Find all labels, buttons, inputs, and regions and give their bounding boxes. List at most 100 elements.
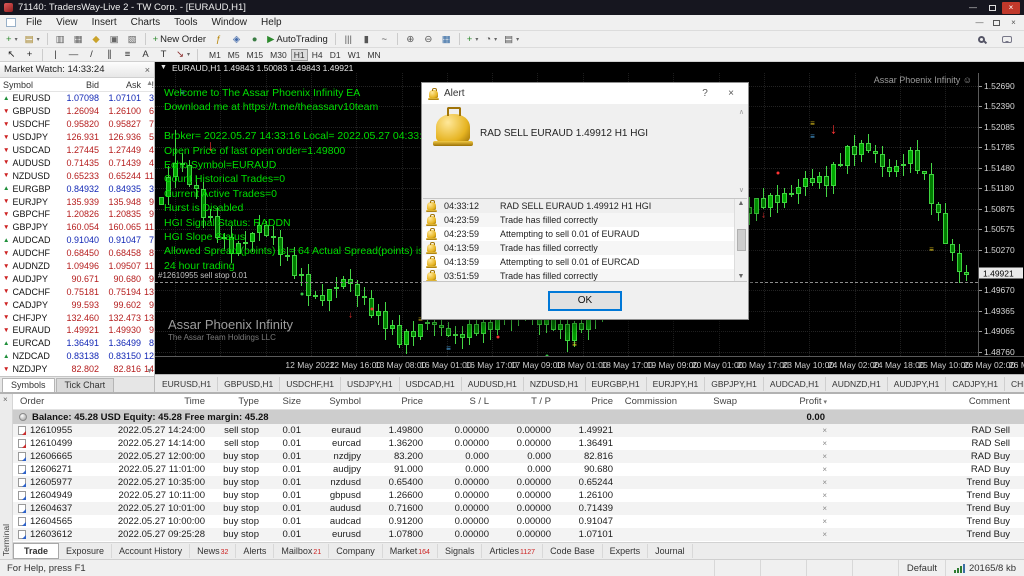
delete-order-button[interactable]: × — [743, 465, 833, 474]
scrollbar-thumb[interactable] — [737, 229, 746, 251]
cursor-button[interactable]: ↖ — [3, 48, 20, 62]
chart-tab-gbpjpyh1[interactable]: GBPJPY,H1 — [705, 377, 764, 391]
market-watch-row-usdcad[interactable]: ▼USDCAD1.274451.274494 — [0, 144, 154, 157]
chart-tab-audcadh1[interactable]: AUDCAD,H1 — [764, 377, 826, 391]
chart-tab-nzdusdh1[interactable]: NZDUSD,H1 — [524, 377, 586, 391]
chart-tab-cadjpyh1[interactable]: CADJPY,H1 — [946, 377, 1005, 391]
indicators-button[interactable]: ƒ — [210, 32, 227, 46]
chart-tab-audnzdh1[interactable]: AUDNZD,H1 — [826, 377, 888, 391]
order-row-12605977[interactable]: 126059772022.05.27 10:35:00buy stop0.01n… — [13, 476, 1024, 489]
delete-order-button[interactable]: × — [743, 530, 833, 539]
market-watch-row-usdjpy[interactable]: ▼USDJPY126.931126.9365 — [0, 131, 154, 144]
order-row-12610499[interactable]: 126104992022.05.27 14:14:00sell stop0.01… — [13, 437, 1024, 450]
chart-tab-eurjpyh1[interactable]: EURJPY,H1 — [647, 377, 706, 391]
search-button[interactable] — [973, 32, 990, 46]
market-watch-row-audusd[interactable]: ▼AUDUSD0.714350.714394 — [0, 156, 154, 169]
orders-column-order[interactable]: Order — [13, 396, 89, 407]
text-label-button[interactable]: T — [155, 48, 172, 62]
scrollbar-up-icon[interactable]: ▲ — [738, 200, 745, 207]
market-watch-row-eurcad[interactable]: ▲EURCAD1.364911.364998 — [0, 337, 154, 350]
terminal-tab-market[interactable]: Market164 — [383, 544, 438, 558]
delete-order-button[interactable]: × — [743, 491, 833, 500]
market-watch-close-button[interactable]: × — [145, 65, 150, 75]
terminal-tab-experts[interactable]: Experts — [603, 544, 649, 558]
order-row-12606665[interactable]: 126066652022.05.27 12:00:00buy stop0.01n… — [13, 450, 1024, 463]
menu-item-charts[interactable]: Charts — [124, 15, 167, 30]
terminal-tab-account-history[interactable]: Account History — [112, 544, 190, 558]
templates-menu-button[interactable]: ▤▾ — [501, 32, 522, 46]
menu-item-view[interactable]: View — [49, 15, 85, 30]
autotrading-button[interactable]: ▶AutoTrading — [264, 32, 331, 46]
alert-scroll-down-icon[interactable]: ∨ — [739, 186, 744, 194]
chart-tab-audjpyh1[interactable]: AUDJPY,H1 — [888, 377, 947, 391]
menu-item-file[interactable]: File — [19, 15, 49, 30]
order-row-12606271[interactable]: 126062712022.05.27 11:01:00buy stop0.01a… — [13, 463, 1024, 476]
alert-dialog-titlebar[interactable]: Alert ? × — [422, 83, 748, 104]
market-watch-row-cadjpy[interactable]: ▼CADJPY99.59399.6029 — [0, 298, 154, 311]
chart-tab-usdcadh1[interactable]: USDCAD,H1 — [400, 377, 462, 391]
market-watch-row-gbpchf[interactable]: ▼GBPCHF1.208261.208359 — [0, 208, 154, 221]
scrollbar-down-icon[interactable]: ▼ — [738, 273, 745, 280]
crosshair-button[interactable]: + — [21, 48, 38, 62]
orders-column-comment[interactable]: Comment — [833, 396, 1024, 407]
chart-tab-usdjpyh1[interactable]: USDJPY,H1 — [341, 377, 400, 391]
market-watch-toggle-button[interactable]: ▣ — [106, 32, 123, 46]
line-chart-button[interactable]: ~ — [376, 32, 393, 46]
alert-event-row[interactable]: 04:13:59Attempting to sell 0.01 of EURCA… — [423, 255, 747, 269]
orders-column-tp[interactable]: T / P — [495, 396, 557, 407]
alert-event-row[interactable]: 04:23:59Attempting to sell 0.01 of EURAU… — [423, 227, 747, 241]
market-watch-row-usdchf[interactable]: ▼USDCHF0.958200.958277 — [0, 118, 154, 131]
price-axis[interactable]: 1.526901.523901.520851.517851.514801.511… — [978, 73, 1024, 356]
timeframe-m30-button[interactable]: M30 — [267, 49, 290, 61]
market-watch-row-euraud[interactable]: ▼EURAUD1.499211.499309 — [0, 324, 154, 337]
tile-windows-button[interactable]: ▦ — [438, 32, 455, 46]
market-watch-row-gbpjpy[interactable]: ▼GBPJPY160.054160.06511 — [0, 221, 154, 234]
horizontal-line-button[interactable]: — — [65, 48, 82, 62]
minimize-button[interactable]: — — [964, 2, 982, 14]
alert-close-button[interactable]: × — [721, 83, 741, 104]
orders-column-type[interactable]: Type — [211, 396, 265, 407]
market-watch-row-cadchf[interactable]: ▼CADCHF0.751810.7519413 — [0, 285, 154, 298]
chart-tab-chfjpyh1[interactable]: CHFJPY,H1 — [1005, 377, 1024, 391]
column-ask[interactable]: Ask — [99, 80, 141, 90]
menu-item-help[interactable]: Help — [254, 15, 289, 30]
chart-collapse-icon[interactable]: ▼ — [160, 64, 167, 71]
new-order-button[interactable]: +New Order — [150, 32, 210, 46]
alert-event-row[interactable]: 04:23:59Trade has filled correctly — [423, 213, 747, 227]
market-watch-row-audnzd[interactable]: ▼AUDNZD1.094961.0950711 — [0, 260, 154, 273]
market-watch-tab-symbols[interactable]: Symbols — [2, 378, 55, 392]
orders-column-size[interactable]: Size — [265, 396, 307, 407]
market-watch-row-eurjpy[interactable]: ▼EURJPY135.939135.9489 — [0, 195, 154, 208]
orders-column-commission[interactable]: Commission — [619, 396, 683, 407]
market-watch-tab-tick-chart[interactable]: Tick Chart — [56, 378, 115, 392]
column-symbol[interactable]: Symbol — [3, 80, 58, 90]
terminal-tab-journal[interactable]: Journal — [648, 544, 693, 558]
terminal-tab-mailbox[interactable]: Mailbox21 — [274, 544, 329, 558]
order-row-12604949[interactable]: 126049492022.05.27 10:11:00buy stop0.01g… — [13, 489, 1024, 502]
terminal-tab-articles[interactable]: Articles1127 — [482, 544, 543, 558]
profiles-button[interactable]: ▤▾ — [22, 32, 43, 46]
metaeditor-button[interactable]: ◈ — [228, 32, 245, 46]
periods-menu-button[interactable]: ◔▾ — [482, 32, 500, 46]
orders-column-swap[interactable]: Swap — [683, 396, 743, 407]
navigator-button[interactable]: ◆ — [88, 32, 105, 46]
chart-tab-gbpusdh1[interactable]: GBPUSD,H1 — [218, 377, 280, 391]
market-watch-row-audjpy[interactable]: ▼AUDJPY90.67190.6809 — [0, 272, 154, 285]
delete-order-button[interactable]: × — [743, 517, 833, 526]
terminal-tab-alerts[interactable]: Alerts — [236, 544, 274, 558]
timeframe-m1-button[interactable]: M1 — [206, 49, 224, 61]
menu-item-tools[interactable]: Tools — [167, 15, 204, 30]
vertical-line-button[interactable]: | — [47, 48, 64, 62]
timeframe-m5-button[interactable]: M5 — [225, 49, 243, 61]
market-watch-row-nzdcad[interactable]: ▲NZDCAD0.831380.8315012 — [0, 350, 154, 363]
terminal-tab-trade[interactable]: Trade — [13, 543, 59, 559]
timeframe-h4-button[interactable]: H4 — [309, 49, 326, 61]
orders-column-price[interactable]: Price — [367, 396, 429, 407]
order-row-12603612[interactable]: 126036122022.05.27 09:25:28buy stop0.01e… — [13, 528, 1024, 541]
ok-button[interactable]: OK — [548, 291, 622, 311]
order-row-12604637[interactable]: 126046372022.05.27 10:01:00buy stop0.01a… — [13, 502, 1024, 515]
zoom-out-button[interactable]: ⊖ — [420, 32, 437, 46]
timeframe-w1-button[interactable]: W1 — [345, 49, 364, 61]
column-bid[interactable]: Bid — [58, 80, 99, 90]
child-close-button[interactable]: × — [1006, 17, 1021, 29]
